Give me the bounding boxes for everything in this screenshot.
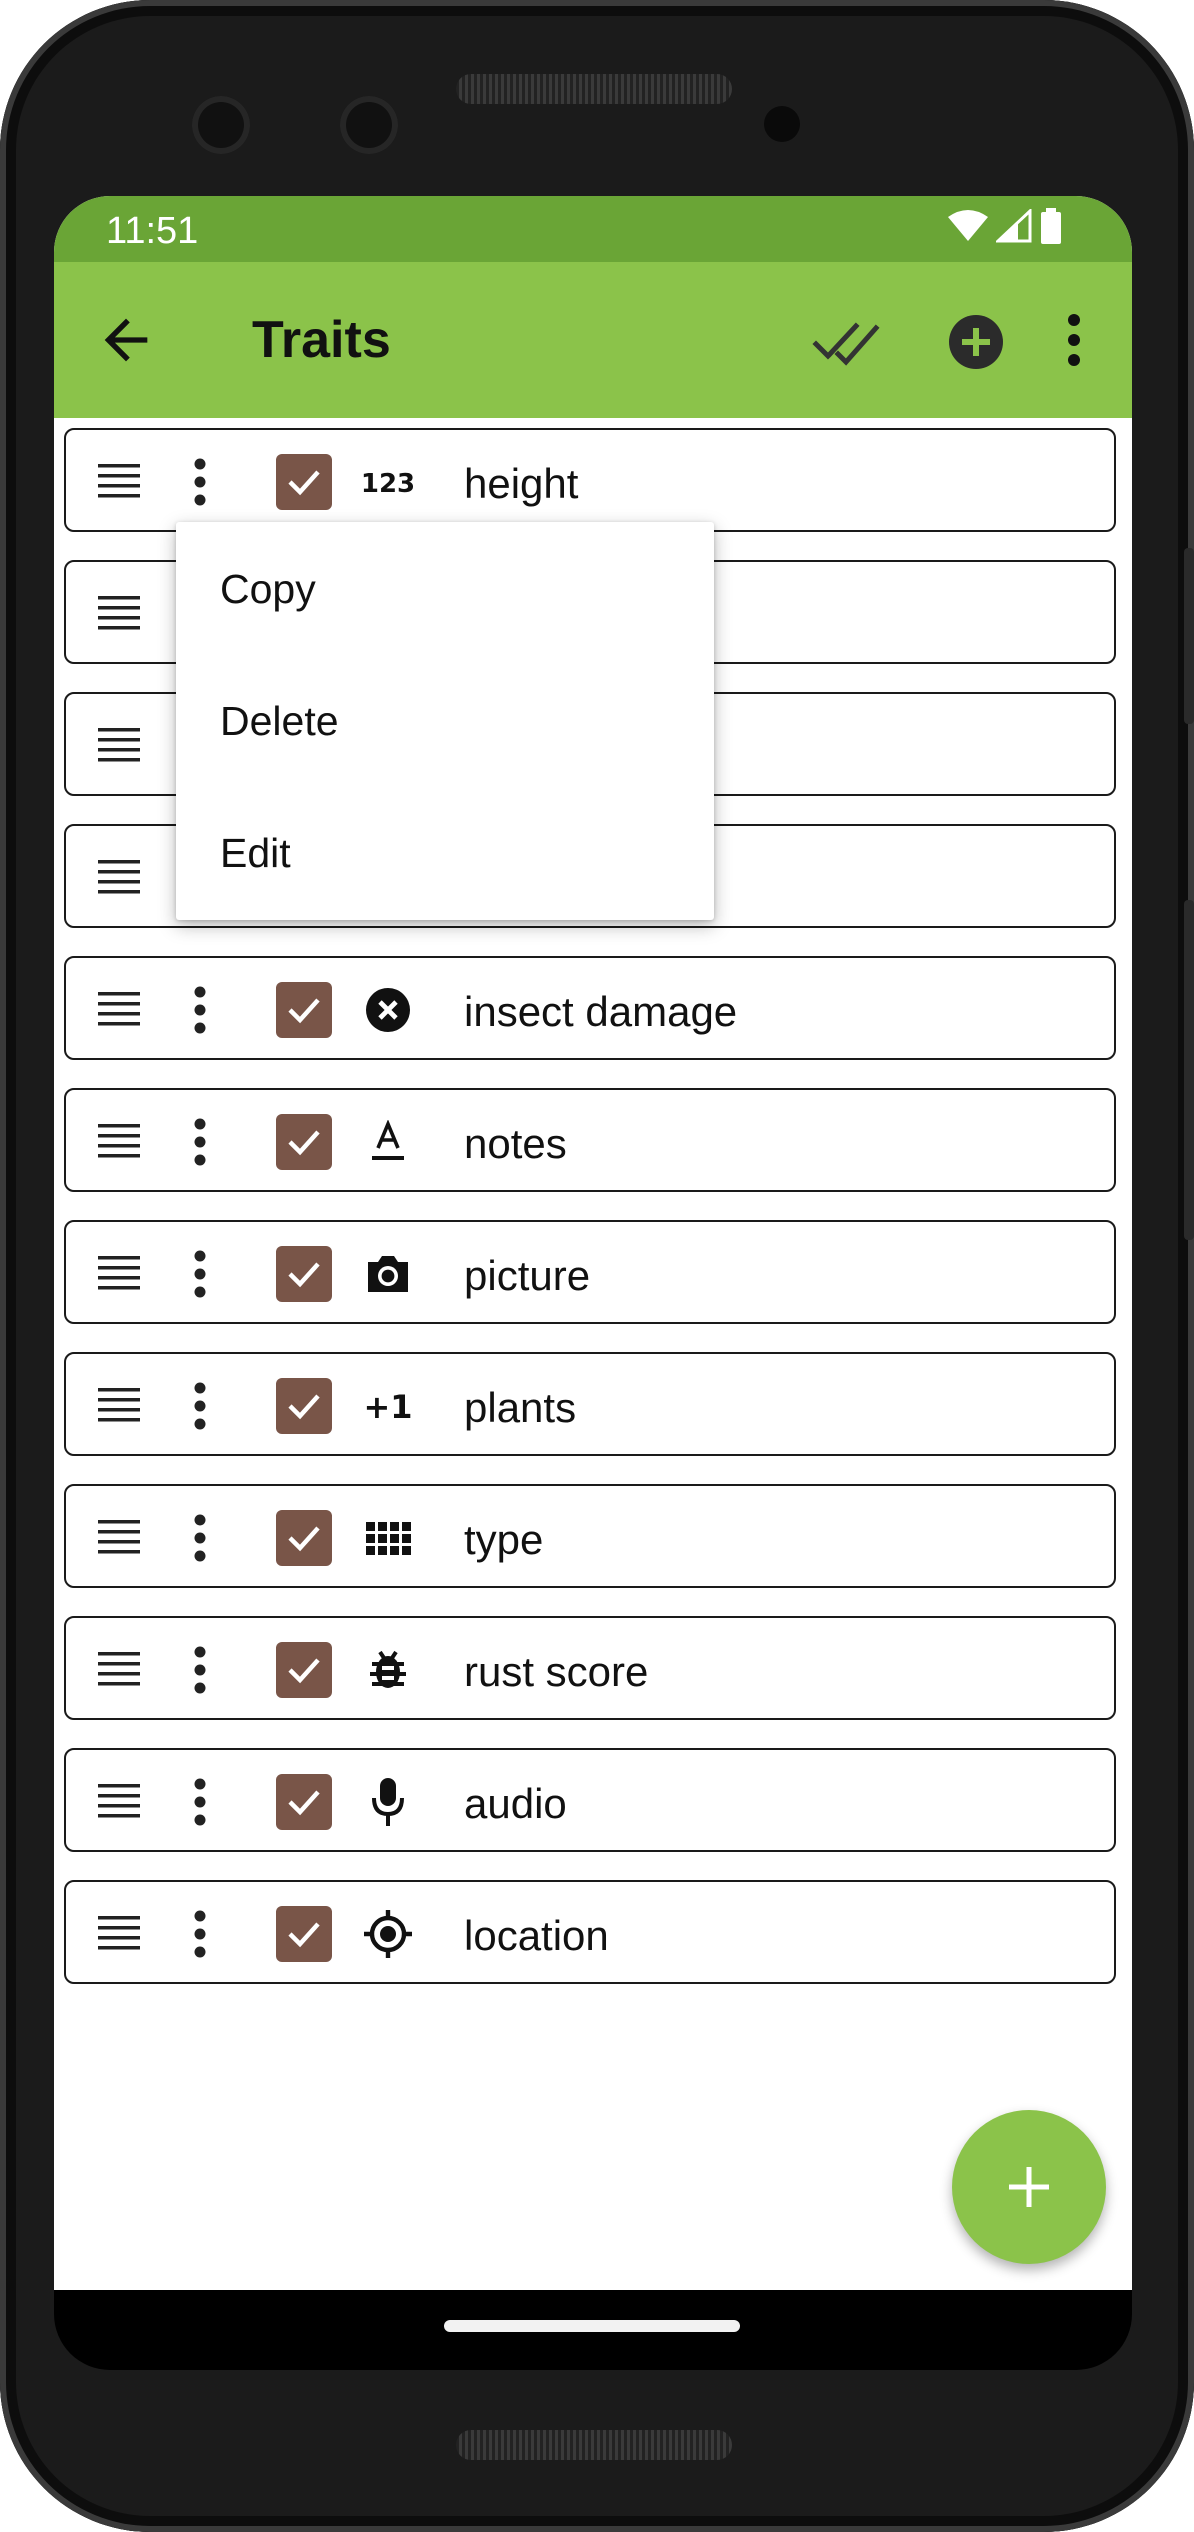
trait-label: height <box>464 460 579 507</box>
trait-visible-checkbox[interactable] <box>276 1114 332 1170</box>
check-icon <box>288 1658 320 1684</box>
drag-handle-icon[interactable] <box>98 860 140 894</box>
trait-menu-icon[interactable] <box>194 1250 206 1298</box>
trait-row[interactable]: notes <box>64 1088 1116 1192</box>
check-icon <box>288 470 320 496</box>
drag-handle-icon[interactable] <box>98 596 140 630</box>
trait-label: type <box>464 1516 544 1563</box>
trait-label: insect damage <box>464 988 738 1035</box>
navigation-bar <box>54 2290 1132 2370</box>
drag-handle-icon[interactable] <box>98 728 140 762</box>
back-arrow-icon[interactable] <box>94 308 158 372</box>
svg-text:+1: +1 <box>363 1388 412 1426</box>
plus-one-icon: +1 <box>362 1380 414 1432</box>
crosshairs-gps-icon <box>362 1908 414 1960</box>
trait-menu-icon[interactable] <box>194 1514 206 1562</box>
add-circle-icon[interactable] <box>948 314 1004 370</box>
grid-icon <box>362 1512 414 1564</box>
home-gesture-pill[interactable] <box>444 2320 740 2332</box>
check-all-icon[interactable] <box>812 310 882 370</box>
text-format-icon <box>362 1116 414 1168</box>
top-speaker <box>456 74 732 104</box>
bug-icon <box>362 1644 414 1696</box>
trait-label: notes <box>464 1120 567 1167</box>
trait-visible-checkbox[interactable] <box>276 1378 332 1434</box>
trait-visible-checkbox[interactable] <box>276 1642 332 1698</box>
trait-visible-checkbox[interactable] <box>276 1510 332 1566</box>
page-title: Traits <box>252 311 391 369</box>
battery-icon <box>1041 208 1061 244</box>
trait-visible-checkbox[interactable] <box>276 1906 332 1962</box>
drag-handle-icon[interactable] <box>98 1784 140 1818</box>
trait-menu-icon[interactable] <box>194 1118 206 1166</box>
proximity-sensor <box>764 106 800 142</box>
trait-label: rust score <box>464 1648 649 1695</box>
trait-row[interactable]: 123 height <box>64 428 1116 532</box>
trait-menu-icon[interactable] <box>194 1382 206 1430</box>
microphone-icon <box>362 1776 414 1828</box>
trait-label: location <box>464 1912 609 1959</box>
svg-text:123: 123 <box>362 469 414 499</box>
drag-handle-icon[interactable] <box>98 1916 140 1950</box>
trait-row[interactable]: audio <box>64 1748 1116 1852</box>
trait-row[interactable]: rust score <box>64 1616 1116 1720</box>
volume-button <box>1184 900 1194 1240</box>
front-camera-left <box>192 96 250 154</box>
trait-menu-icon[interactable] <box>194 1910 206 1958</box>
trait-visible-checkbox[interactable] <box>276 454 332 510</box>
drag-handle-icon[interactable] <box>98 1520 140 1554</box>
trait-label: audio <box>464 1780 567 1827</box>
check-icon <box>288 1130 320 1156</box>
check-icon <box>288 998 320 1024</box>
check-icon <box>288 1262 320 1288</box>
drag-handle-icon[interactable] <box>98 1388 140 1422</box>
check-icon <box>288 1922 320 1948</box>
screen: 11:51 Traits 123 height insect damage notes… <box>54 196 1132 2310</box>
trait-visible-checkbox[interactable] <box>276 982 332 1038</box>
context-menu: Copy Delete Edit <box>176 522 714 920</box>
trait-row[interactable]: picture <box>64 1220 1116 1324</box>
trait-menu-icon[interactable] <box>194 986 206 1034</box>
menu-item-copy[interactable]: Copy <box>220 566 316 613</box>
bottom-speaker <box>456 2430 732 2460</box>
trait-visible-checkbox[interactable] <box>276 1246 332 1302</box>
drag-handle-icon[interactable] <box>98 1256 140 1290</box>
numeric-123-icon: 123 <box>362 456 414 508</box>
cell-signal-icon <box>996 209 1032 243</box>
status-icons <box>948 208 1062 244</box>
drag-handle-icon[interactable] <box>98 464 140 498</box>
trait-label: plants <box>464 1384 577 1431</box>
camera-icon <box>362 1248 414 1300</box>
overflow-menu-icon[interactable] <box>1054 308 1094 372</box>
trait-row[interactable]: type <box>64 1484 1116 1588</box>
wifi-icon <box>948 210 988 241</box>
app-bar: Traits <box>54 262 1132 418</box>
trait-label: picture <box>464 1252 591 1299</box>
menu-item-edit[interactable]: Edit <box>220 830 291 877</box>
check-icon <box>288 1394 320 1420</box>
trait-menu-icon[interactable] <box>194 1778 206 1826</box>
check-icon <box>288 1526 320 1552</box>
drag-handle-icon[interactable] <box>98 992 140 1026</box>
front-camera-right <box>340 96 398 154</box>
close-circle-icon <box>362 984 414 1036</box>
trait-row[interactable]: location <box>64 1880 1116 1984</box>
add-trait-fab[interactable] <box>952 2110 1106 2264</box>
trait-row[interactable]: +1 plants <box>64 1352 1116 1456</box>
menu-item-delete[interactable]: Delete <box>220 698 339 745</box>
phone-frame: 11:51 Traits 123 height insect damage notes… <box>0 0 1194 2532</box>
trait-menu-icon[interactable] <box>194 1646 206 1694</box>
trait-visible-checkbox[interactable] <box>276 1774 332 1830</box>
status-bar: 11:51 <box>54 196 1132 262</box>
trait-menu-icon[interactable] <box>194 458 206 506</box>
check-icon <box>288 1790 320 1816</box>
trait-row[interactable]: insect damage <box>64 956 1116 1060</box>
status-time: 11:51 <box>106 210 199 252</box>
plus-icon <box>1009 2167 1049 2207</box>
drag-handle-icon[interactable] <box>98 1124 140 1158</box>
power-button <box>1184 548 1194 724</box>
drag-handle-icon[interactable] <box>98 1652 140 1686</box>
